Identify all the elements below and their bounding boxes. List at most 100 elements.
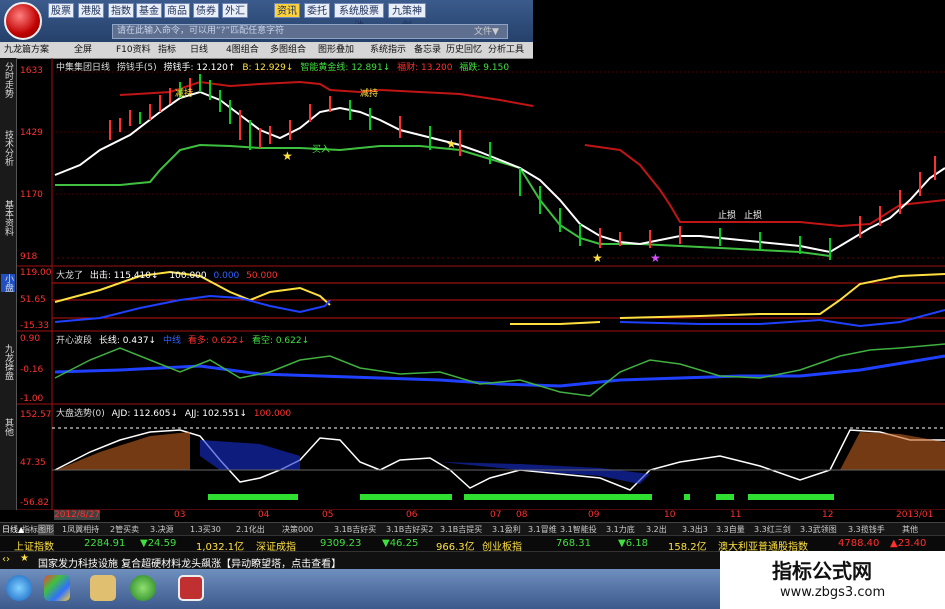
panel3-title: 开心波段 长线: 0.437↓ 中线 看多: 0.622↓ 看空: 0.622↓: [56, 333, 309, 346]
stock-title: 中集集团日线: [56, 63, 111, 73]
news-headline[interactable]: 国家发力科技设施 复合超硬材料龙头飙涨【异动瞭望塔，点击查看】: [38, 555, 341, 570]
readout: 0.000: [213, 271, 240, 281]
y-label: -56.82: [20, 498, 50, 508]
formula-tab[interactable]: 3.1盈利: [492, 524, 521, 535]
formula-tab[interactable]: 3.2出: [646, 524, 667, 535]
start-icon[interactable]: [6, 575, 32, 601]
formula-tab[interactable]: 3.1B吉提买: [440, 524, 482, 535]
index-value: 9309.23: [320, 538, 362, 549]
readout: 捞钱手: 12.120↑: [163, 63, 236, 73]
indicator-name: 开心波段: [56, 336, 93, 346]
readout: 出击: 115.410↓: [89, 271, 159, 281]
index-value: 4788.40: [838, 538, 880, 549]
formula-tab[interactable]: 3.3出3: [682, 524, 708, 535]
readout: 50.000: [246, 271, 278, 281]
signal-bar: [360, 494, 452, 500]
annotation: 减持: [175, 89, 194, 99]
candlesticks: [109, 74, 936, 260]
formula-tab[interactable]: 1.3买30: [190, 524, 221, 535]
formula-tab[interactable]: 3.1冒维: [528, 524, 557, 535]
os-taskbar: [0, 569, 720, 609]
formula-tab[interactable]: 2管买卖: [110, 524, 139, 535]
annotation: 止损: [718, 211, 737, 221]
formula-tab[interactable]: 3.决源: [150, 524, 174, 535]
formula-tab[interactable]: 图形: [38, 524, 54, 535]
media-icon[interactable]: [130, 575, 156, 601]
star-icon[interactable]: ★: [20, 553, 29, 564]
formula-tab[interactable]: 3.3武领图: [800, 524, 837, 535]
signal-bar: [684, 494, 690, 500]
y-label: 119.00: [20, 268, 52, 278]
watermark: 指标公式网 www.zbgs3.com: [720, 551, 945, 609]
readout: 长线: 0.437↓: [98, 336, 157, 346]
watermark-title: 指标公式网: [772, 559, 872, 583]
index-change: ▼6.18: [618, 538, 648, 549]
app-taskbar-icon[interactable]: [178, 575, 204, 601]
windows-icon[interactable]: [44, 575, 70, 601]
y-label: -1.00: [20, 394, 44, 404]
date-label: 12: [822, 510, 834, 520]
wave-green: [54, 343, 945, 397]
readout: 福跌: 9.150: [459, 63, 510, 73]
y-label: 918: [20, 252, 38, 262]
formula-tab[interactable]: 决策000: [282, 524, 313, 535]
formula-tabs: 日线▲ 指标 图形 1凤翼相持 2管买卖 3.决源 1.3买30 2.1化出 决…: [0, 522, 945, 536]
formula-tab[interactable]: 3.3红三剑: [754, 524, 791, 535]
watermark-url: www.zbgs3.com: [780, 585, 886, 600]
price-avg-line: [54, 90, 945, 254]
star-icon: ★: [650, 251, 661, 265]
formula-tab[interactable]: 3.1B吉好买: [334, 524, 376, 535]
formula-tab[interactable]: 3.3自量: [716, 524, 745, 535]
indicator-name: 大盘选势(0): [56, 409, 105, 419]
readout: 福财: 13.200: [397, 63, 453, 73]
annotation: 减持: [360, 89, 379, 99]
formula-tab[interactable]: 3.1力底: [606, 524, 635, 535]
formula-tab[interactable]: 1凤翼相持: [62, 524, 99, 535]
readout: 100.000: [169, 271, 207, 281]
date-axis: 2012/8/27 03 04 05 06 07 08 09 10 11 12 …: [16, 510, 945, 522]
date-label: 06: [406, 510, 418, 520]
formula-tab[interactable]: 指标: [22, 524, 38, 535]
readout: AJJ: 102.551↓: [184, 409, 248, 419]
folder-icon[interactable]: [90, 575, 116, 601]
y-label: -15.33: [20, 321, 50, 331]
osc-yellow-right: [619, 273, 945, 319]
indicator-name: 大龙了: [56, 271, 84, 281]
signal-bar: [716, 494, 734, 500]
date-label: 05: [322, 510, 334, 520]
y-label: -0.16: [20, 365, 44, 375]
date-label: 04: [258, 510, 270, 520]
readout: 智能黄金线: 12.891↓: [300, 63, 391, 73]
orange-histogram-2: [840, 432, 945, 470]
readout: 看多: 0.622↓: [187, 336, 246, 346]
readout: AJD: 112.605↓: [111, 409, 179, 419]
nav-arrows-icon[interactable]: ‹›: [2, 554, 10, 565]
y-label: 1633: [20, 66, 43, 76]
index-value: 768.31: [556, 538, 591, 549]
index-change: ▼24.59: [140, 538, 177, 549]
panel2-title: 大龙了 出击: 115.410↓ 100.000 0.000 50.000: [56, 268, 278, 281]
index-ticker-bar: 上证指数 2284.91 ▼24.59 1,032.1亿 深证成指 9309.2…: [0, 535, 945, 553]
star-icon: ★: [592, 251, 603, 265]
resistance-line-right: [584, 144, 945, 228]
index-change: ▲23.40: [890, 538, 927, 549]
signal-bar: [464, 494, 652, 500]
formula-tab[interactable]: 3.3揽钱手: [848, 524, 885, 535]
formula-tab[interactable]: 3.1智能投: [560, 524, 597, 535]
formula-tab[interactable]: 其他: [902, 524, 918, 535]
index-change: ▼46.25: [382, 538, 419, 549]
y-label: 1170: [20, 190, 43, 200]
formula-tab[interactable]: 3.1B吉好买2: [386, 524, 433, 535]
star-icon: ★: [446, 137, 457, 151]
date-label: 11: [730, 510, 742, 520]
date-label: 10: [664, 510, 676, 520]
y-label: 1429: [20, 128, 43, 138]
date-label: 09: [588, 510, 600, 520]
star-icon: ★: [282, 149, 293, 163]
support-line: [55, 143, 831, 257]
period-tab[interactable]: 日线▲: [2, 524, 24, 535]
orange-histogram: [56, 432, 190, 470]
y-label: 152.57: [20, 410, 52, 420]
signal-bar: [208, 494, 298, 500]
formula-tab[interactable]: 2.1化出: [236, 524, 265, 535]
